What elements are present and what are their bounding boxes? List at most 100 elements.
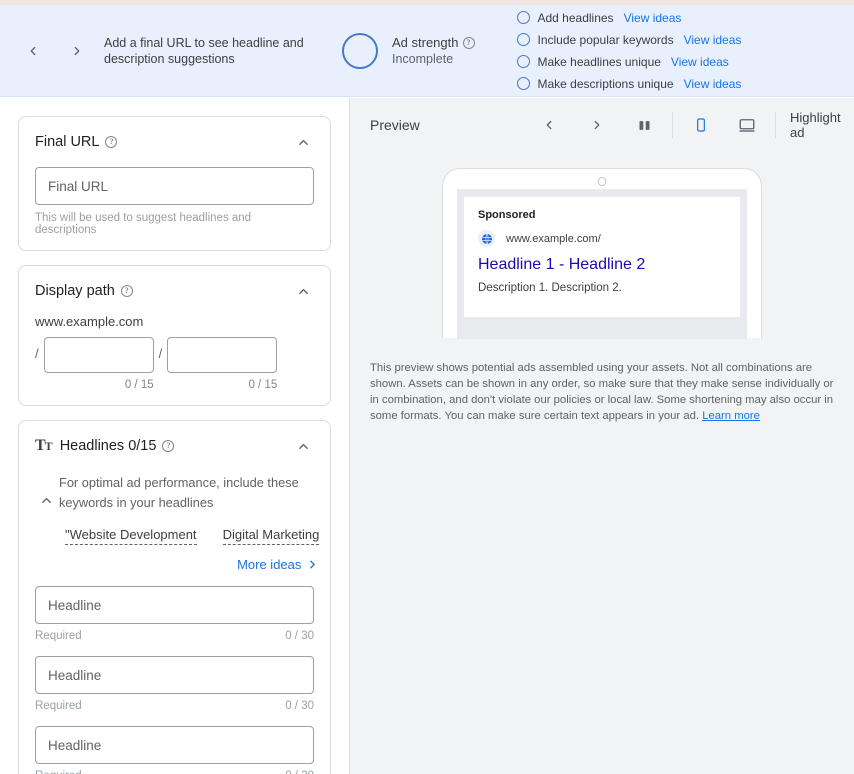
display-path-label: Display path: [35, 283, 115, 299]
globe-icon: [478, 230, 495, 247]
headline-char-count: 0 / 30: [285, 630, 314, 642]
asset-form-panel: Final URL ? This will be used to suggest…: [0, 98, 350, 774]
headlines-card-header: TT Headlines 0/15 ?: [35, 435, 314, 457]
ad-strength-gauge: Ad strength ? Incomplete: [342, 32, 475, 69]
headline-required-label: Required: [35, 770, 82, 774]
display-path-domain: www.example.com: [35, 314, 144, 329]
ad-strength-ring-icon: [342, 32, 378, 69]
ad-headline-text[interactable]: Headline 1 - Headline 2: [478, 256, 726, 274]
chevron-right-icon[interactable]: [62, 36, 92, 66]
text-format-icon: TT: [35, 437, 53, 454]
ad-strength-title-row: Ad strength ?: [392, 35, 475, 50]
circle-unchecked-icon: [516, 55, 530, 68]
path-slash: /: [35, 346, 39, 361]
headline-char-count: 0 / 30: [285, 770, 314, 774]
toolbar-divider: [775, 112, 777, 138]
ad-strength-text: Ad strength ? Incomplete: [392, 35, 475, 66]
asset-nav-arrows: [0, 36, 92, 66]
chevron-up-icon[interactable]: [292, 280, 314, 302]
keyword-suggestions-body: For optimal ad performance, include thes…: [59, 473, 320, 572]
ad-preview-card: Sponsored www.example.com/ Headline 1 - …: [464, 197, 740, 317]
keyword-chip[interactable]: Digital Marketing: [222, 527, 320, 545]
checklist-item-label: Add headlines: [537, 10, 614, 25]
mobile-device-icon[interactable]: [687, 110, 715, 140]
ad-strength-status: Incomplete: [392, 52, 454, 66]
display-path-field-1: 0 / 15: [43, 337, 154, 391]
help-icon[interactable]: ?: [162, 440, 175, 452]
chevron-up-icon[interactable]: [292, 435, 314, 457]
circle-unchecked-icon: [516, 77, 530, 90]
circle-unchecked-icon: [516, 11, 530, 24]
view-ideas-link[interactable]: View ideas: [671, 55, 729, 69]
headline-input-2[interactable]: [35, 656, 314, 694]
display-path-input-1[interactable]: [43, 337, 154, 373]
headline-required-label: Required: [35, 700, 82, 712]
checklist-item-label: Make headlines unique: [537, 54, 661, 69]
headlines-card: TT Headlines 0/15 ? For optimal ad perfo…: [18, 420, 331, 774]
display-path-fields: / 0 / 15 / 0 / 15: [35, 337, 314, 391]
preview-panel: Preview Highlight ad Sponsored www.examp…: [350, 98, 854, 774]
keyword-chip[interactable]: "Website Development: [65, 527, 197, 545]
display-path-card: Display path ? www.example.com / 0 / 15 …: [18, 265, 331, 406]
view-ideas-link[interactable]: View ideas: [684, 33, 742, 47]
path-slash: /: [158, 346, 163, 361]
headline-item: Required 0 / 30: [35, 656, 314, 712]
ad-strength-label: Ad strength: [392, 35, 459, 50]
columns-view-icon[interactable]: [631, 110, 659, 140]
device-camera-icon: [597, 177, 607, 186]
keyword-suggestions-block: For optimal ad performance, include thes…: [35, 473, 320, 572]
final-url-helper-text: This will be used to suggest headlines a…: [35, 212, 252, 236]
preview-disclaimer: This preview shows potential ads assembl…: [370, 360, 834, 424]
chevron-left-icon[interactable]: [535, 110, 563, 140]
preview-toolbar-controls: Highlight ad: [535, 110, 854, 140]
headline-input-1[interactable]: [35, 586, 314, 624]
more-ideas-link[interactable]: More ideas: [59, 557, 319, 572]
main-split: Final URL ? This will be used to suggest…: [0, 98, 854, 774]
display-path-input-2[interactable]: [167, 337, 278, 373]
keyword-suggestions-intro: For optimal ad performance, include thes…: [59, 475, 299, 510]
device-preview-wrapper: Sponsored www.example.com/ Headline 1 - …: [350, 168, 854, 339]
final-url-card-header: Final URL ?: [35, 131, 314, 153]
checklist-item-label: Include popular keywords: [537, 32, 674, 47]
final-url-input[interactable]: [35, 167, 314, 205]
help-icon[interactable]: ?: [120, 285, 133, 297]
headline-item: Required 0 / 30: [35, 726, 314, 774]
display-path-field-2: 0 / 15: [167, 337, 278, 391]
chevron-right-icon[interactable]: [583, 110, 611, 140]
ad-description-text: Description 1. Description 2.: [478, 282, 622, 294]
ad-editor-page: Add a final URL to see headline and desc…: [0, 0, 854, 774]
chevron-up-icon[interactable]: [35, 489, 57, 511]
display-path-card-header: Display path ?: [35, 280, 314, 302]
headline-meta: Required 0 / 30: [35, 630, 314, 642]
headlines-label: Headlines 0/15: [59, 438, 157, 454]
checklist-item-label: Make descriptions unique: [537, 76, 674, 91]
checklist-item: Make headlines unique View ideas: [516, 52, 742, 72]
ad-display-url: www.example.com/: [506, 232, 601, 245]
ad-strength-bar: Add a final URL to see headline and desc…: [0, 5, 854, 97]
view-ideas-link[interactable]: View ideas: [624, 11, 682, 25]
help-icon[interactable]: ?: [462, 36, 475, 49]
toolbar-divider: [672, 112, 674, 138]
ad-url-row: www.example.com/: [478, 230, 726, 247]
display-path-count-2: 0 / 15: [248, 379, 278, 391]
help-icon[interactable]: ?: [105, 136, 118, 148]
headlines-title-row: TT Headlines 0/15 ?: [35, 437, 175, 455]
chevron-left-icon[interactable]: [18, 36, 48, 66]
final-url-title-row: Final URL ?: [35, 134, 118, 150]
headline-char-count: 0 / 30: [285, 700, 314, 712]
display-path-count-1: 0 / 15: [124, 379, 154, 391]
ad-strength-checklist: Add headlines View ideas Include popular…: [516, 8, 742, 94]
final-url-label: Final URL: [35, 134, 100, 150]
preview-disclaimer-text: This preview shows potential ads assembl…: [370, 362, 834, 422]
desktop-device-icon[interactable]: [733, 110, 761, 140]
circle-unchecked-icon: [516, 33, 530, 46]
headline-required-label: Required: [35, 630, 82, 642]
view-ideas-link[interactable]: View ideas: [684, 77, 742, 91]
checklist-item: Make descriptions unique View ideas: [516, 74, 742, 94]
preview-title: Preview: [370, 117, 420, 133]
highlight-ad-label: Highlight ad: [790, 110, 841, 140]
mobile-device-frame: Sponsored www.example.com/ Headline 1 - …: [442, 168, 762, 339]
chevron-up-icon[interactable]: [292, 131, 314, 153]
headline-input-3[interactable]: [35, 726, 314, 764]
learn-more-link[interactable]: Learn more: [702, 410, 760, 422]
